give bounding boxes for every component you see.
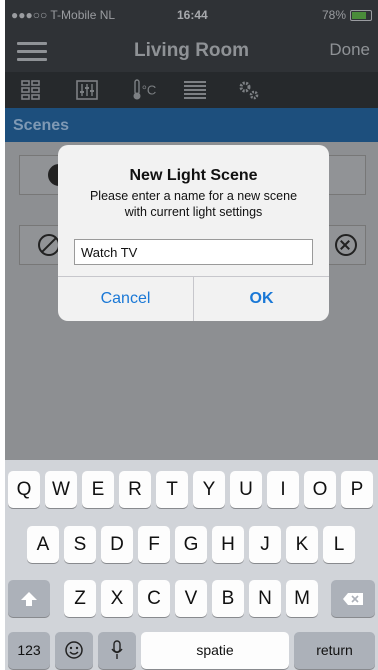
emoji-icon	[65, 641, 83, 659]
key-p[interactable]: P	[341, 471, 373, 508]
numbers-key[interactable]: 123	[8, 632, 50, 669]
status-bar: ●●●○○ T-Mobile NL 16:44 78%	[5, 0, 378, 30]
app-screen: ●●●○○ T-Mobile NL 16:44 78% Living Room …	[5, 0, 378, 670]
battery-indicator: 78%	[322, 8, 372, 22]
key-t[interactable]: T	[156, 471, 188, 508]
key-h[interactable]: H	[212, 526, 244, 563]
onscreen-keyboard: Q W E R T Y U I O P A S D F G H J K L Z …	[5, 460, 378, 670]
carrier-label: ●●●○○ T-Mobile NL	[11, 8, 116, 22]
key-y[interactable]: Y	[193, 471, 225, 508]
key-f[interactable]: F	[138, 526, 170, 563]
key-d[interactable]: D	[101, 526, 133, 563]
key-e[interactable]: E	[82, 471, 114, 508]
scenes-section-header: Scenes	[5, 108, 378, 142]
clock: 16:44	[177, 8, 208, 22]
key-j[interactable]: J	[249, 526, 281, 563]
key-n[interactable]: N	[249, 580, 281, 617]
key-k[interactable]: K	[286, 526, 318, 563]
battery-icon	[350, 9, 372, 21]
key-q[interactable]: Q	[8, 471, 40, 508]
backspace-key[interactable]	[331, 580, 375, 617]
done-button[interactable]: Done	[329, 40, 370, 60]
key-g[interactable]: G	[175, 526, 207, 563]
thermometer-icon[interactable]: °C	[129, 79, 159, 101]
key-c[interactable]: C	[138, 580, 170, 617]
shift-icon	[21, 592, 37, 606]
key-s[interactable]: S	[64, 526, 96, 563]
key-x[interactable]: X	[101, 580, 133, 617]
sliders-icon[interactable]	[75, 79, 99, 101]
microphone-icon	[111, 640, 123, 659]
page-title: Living Room	[133, 40, 250, 61]
key-w[interactable]: W	[45, 471, 77, 508]
space-key[interactable]: spatie	[141, 632, 289, 669]
nav-bar: Living Room Done	[5, 30, 378, 72]
key-o[interactable]: O	[304, 471, 336, 508]
key-z[interactable]: Z	[64, 580, 96, 617]
key-a[interactable]: A	[27, 526, 59, 563]
key-b[interactable]: B	[212, 580, 244, 617]
ok-button[interactable]: OK	[194, 276, 329, 321]
room-toolbar: °C	[5, 72, 378, 108]
key-i[interactable]: I	[267, 471, 299, 508]
key-m[interactable]: M	[286, 580, 318, 617]
backspace-icon	[343, 593, 363, 605]
blinds-icon[interactable]	[183, 79, 207, 101]
scene-name-input[interactable]	[74, 239, 313, 265]
new-scene-dialog: New Light Scene Please enter a name for …	[58, 145, 329, 321]
delete-icon[interactable]	[335, 234, 357, 256]
disable-icon[interactable]	[38, 234, 60, 256]
settings-gears-icon[interactable]	[237, 79, 261, 101]
key-l[interactable]: L	[323, 526, 355, 563]
temperature-unit: °C	[141, 82, 157, 98]
dictation-key[interactable]	[98, 632, 136, 669]
dialog-message: Please enter a name for a new scene with…	[89, 189, 298, 219]
key-u[interactable]: U	[230, 471, 262, 508]
scenes-grid-icon[interactable]	[19, 79, 43, 101]
shift-key[interactable]	[8, 580, 50, 617]
section-title: Scenes	[13, 117, 70, 134]
return-key[interactable]: return	[294, 632, 375, 669]
cancel-button[interactable]: Cancel	[58, 276, 193, 321]
key-r[interactable]: R	[119, 471, 151, 508]
key-v[interactable]: V	[175, 580, 207, 617]
emoji-key[interactable]	[55, 632, 93, 669]
dialog-title: New Light Scene	[129, 167, 258, 184]
battery-percent: 78%	[321, 8, 346, 22]
